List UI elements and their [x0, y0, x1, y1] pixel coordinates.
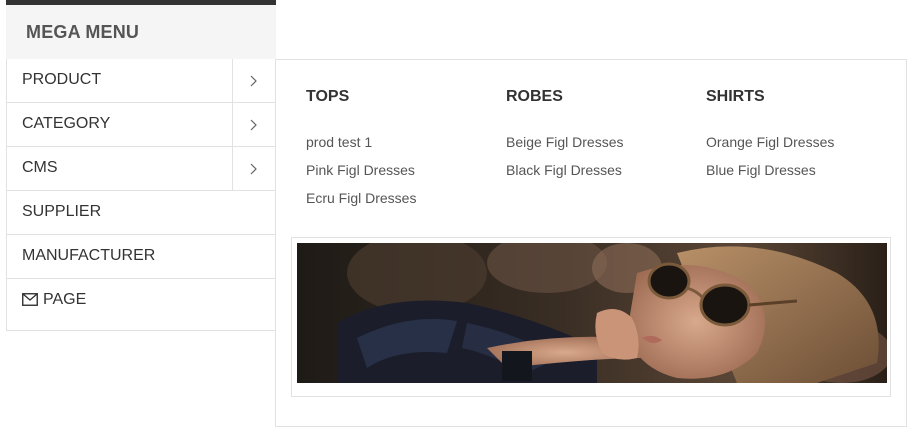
category-link[interactable]: Beige Figl Dresses [506, 128, 696, 156]
menu-item-page[interactable]: PAGE [7, 279, 276, 331]
chevron-right-icon [250, 163, 257, 175]
column-robes: ROBES Beige Figl Dresses Black Figl Dres… [506, 88, 696, 184]
chevron-right-icon [250, 75, 257, 87]
menu-item-manufacturer[interactable]: MANUFACTURER [7, 235, 276, 279]
column-links: Orange Figl Dresses Blue Figl Dresses [706, 128, 896, 184]
column-links: Beige Figl Dresses Black Figl Dresses [506, 128, 696, 184]
menu-item-supplier[interactable]: SUPPLIER [7, 191, 276, 235]
menu-item-cms[interactable]: CMS [7, 147, 276, 191]
menu-item-category[interactable]: CATEGORY [7, 103, 276, 147]
menu-item-label: PRODUCT [22, 71, 102, 88]
category-link[interactable]: Blue Figl Dresses [706, 156, 896, 184]
banner-image[interactable] [297, 243, 887, 383]
column-shirts: SHIRTS Orange Figl Dresses Blue Figl Dre… [706, 88, 896, 184]
menu-item-label: CMS [22, 159, 58, 176]
submenu-toggle[interactable] [232, 103, 276, 146]
category-link[interactable]: Orange Figl Dresses [706, 128, 896, 156]
menu-item-page-wrapper: PAGE [22, 291, 86, 309]
menu-item-label: CATEGORY [22, 115, 111, 132]
submenu-toggle[interactable] [232, 59, 276, 102]
menu-item-label: MANUFACTURER [22, 247, 156, 264]
column-title: TOPS [306, 88, 350, 105]
mega-menu-header[interactable]: MEGA MENU [6, 0, 276, 59]
menu-item-label: SUPPLIER [22, 203, 102, 220]
submenu-toggle[interactable] [232, 147, 276, 190]
column-title: ROBES [506, 88, 563, 105]
column-links: prod test 1 Pink Figl Dresses Ecru Figl … [306, 128, 496, 212]
chevron-right-icon [250, 119, 257, 131]
submenu-panel: TOPS prod test 1 Pink Figl Dresses Ecru … [275, 59, 907, 427]
mega-menu-widget: MEGA MENU PRODUCT CATEGORY CMS SUPPLIER … [0, 0, 915, 435]
woman-with-sunglasses-photo [297, 243, 887, 383]
banner-frame [291, 237, 891, 397]
menu-item-label: PAGE [43, 291, 87, 308]
menu-item-product[interactable]: PRODUCT [7, 59, 276, 103]
mega-menu-title: MEGA MENU [26, 22, 140, 42]
envelope-icon [22, 293, 38, 306]
column-tops: TOPS prod test 1 Pink Figl Dresses Ecru … [306, 88, 496, 212]
column-title: SHIRTS [706, 88, 765, 105]
vertical-menu: PRODUCT CATEGORY CMS SUPPLIER MANUFACTUR… [6, 59, 276, 331]
category-link[interactable]: prod test 1 [306, 128, 496, 156]
category-link[interactable]: Ecru Figl Dresses [306, 184, 496, 212]
category-link[interactable]: Pink Figl Dresses [306, 156, 496, 184]
category-link[interactable]: Black Figl Dresses [506, 156, 696, 184]
